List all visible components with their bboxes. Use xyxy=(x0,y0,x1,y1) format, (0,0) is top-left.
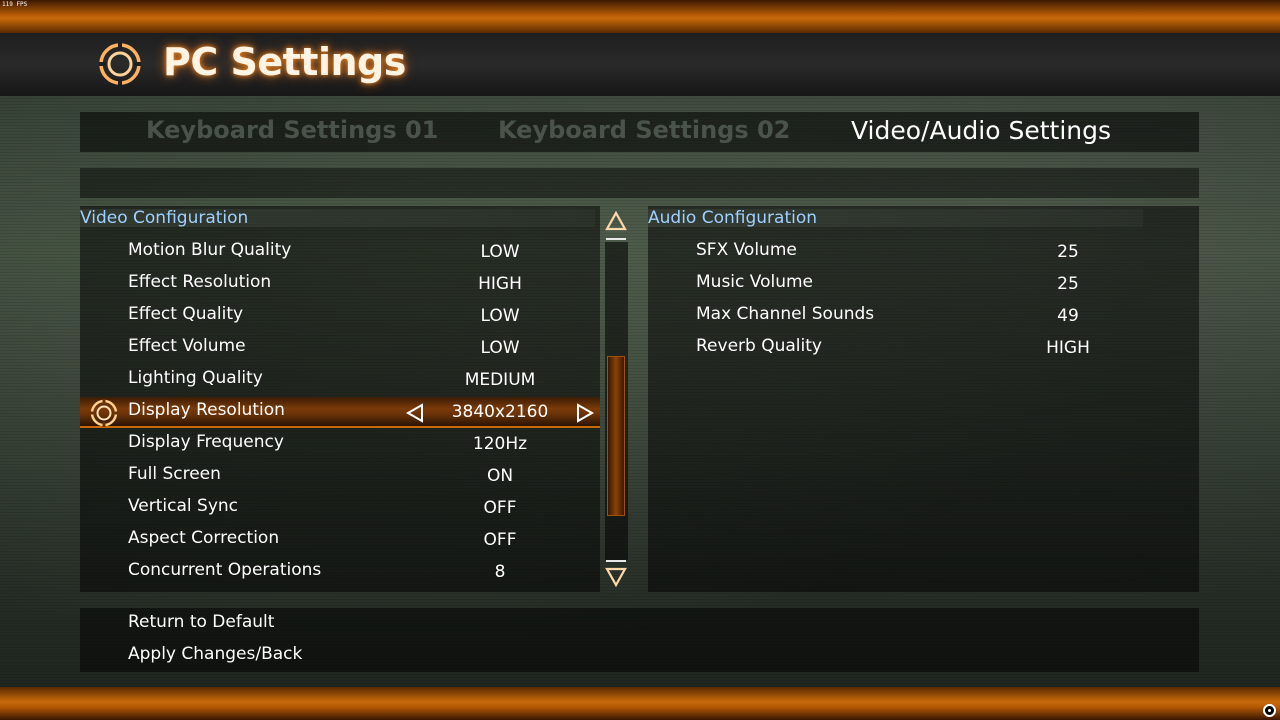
row-label: Full Screen xyxy=(128,464,221,484)
row-label: Concurrent Operations xyxy=(128,560,322,580)
scrollbar-thumb[interactable] xyxy=(607,356,625,516)
ring-cursor-icon xyxy=(90,399,118,427)
row-label: Music Volume xyxy=(696,272,813,292)
row-value: MEDIUM xyxy=(464,370,536,390)
triangle-down-icon[interactable] xyxy=(604,564,628,588)
row-value: 3840x2160 xyxy=(451,402,549,422)
overlay-camera-icon xyxy=(1263,704,1276,717)
row-label: Effect Quality xyxy=(128,304,244,324)
row-value: 49 xyxy=(1057,306,1079,326)
video-section-title: Video Configuration xyxy=(80,208,249,228)
scrollbar-top-line xyxy=(606,238,626,240)
row-label: Effect Volume xyxy=(128,336,246,356)
row-label: Display Frequency xyxy=(128,432,284,452)
row-value: ON xyxy=(486,466,514,486)
row-value: 25 xyxy=(1057,274,1079,294)
ring-logo-icon xyxy=(99,43,141,85)
row-label: Motion Blur Quality xyxy=(128,240,292,260)
tab-keyboard-settings-02[interactable]: Keyboard Settings 02 xyxy=(498,116,790,144)
triangle-right-icon[interactable] xyxy=(575,402,595,424)
row-label: Reverb Quality xyxy=(696,336,822,356)
row-value: 8 xyxy=(494,562,506,582)
audio-configuration-panel xyxy=(648,206,1199,592)
row-value: 120Hz xyxy=(472,434,528,454)
page-title: PC Settings xyxy=(163,40,406,84)
row-label: Lighting Quality xyxy=(128,368,263,388)
row-value: HIGH xyxy=(1046,338,1090,358)
tab-bar: Keyboard Settings 01 Keyboard Settings 0… xyxy=(80,112,1199,152)
triangle-left-icon[interactable] xyxy=(405,402,425,424)
row-value: OFF xyxy=(483,530,517,550)
fps-counter: 119 FPS xyxy=(2,1,28,8)
tab-keyboard-settings-01[interactable]: Keyboard Settings 01 xyxy=(146,116,438,144)
row-value: OFF xyxy=(483,498,517,518)
return-to-default-button[interactable]: Return to Default xyxy=(128,612,274,632)
audio-section-title: Audio Configuration xyxy=(648,208,818,228)
apply-changes-back-button[interactable]: Apply Changes/Back xyxy=(128,644,302,664)
row-value: LOW xyxy=(480,242,520,262)
row-label: Max Channel Sounds xyxy=(696,304,875,324)
row-label: Effect Resolution xyxy=(128,272,272,292)
description-strip xyxy=(80,168,1199,198)
row-label: SFX Volume xyxy=(696,240,797,260)
triangle-up-icon[interactable] xyxy=(604,210,628,234)
row-value: HIGH xyxy=(478,274,522,294)
row-value: LOW xyxy=(480,338,520,358)
row-value: 25 xyxy=(1057,242,1079,262)
top-frame-bar: 119 FPS xyxy=(0,0,1280,33)
bottom-frame-bar xyxy=(0,687,1280,720)
row-label: Display Resolution xyxy=(128,400,285,420)
row-label: Aspect Correction xyxy=(128,528,280,548)
scrollbar-bottom-line xyxy=(606,560,626,562)
tab-video-audio-settings[interactable]: Video/Audio Settings xyxy=(851,116,1111,145)
row-label: Vertical Sync xyxy=(128,496,239,516)
row-value: LOW xyxy=(480,306,520,326)
